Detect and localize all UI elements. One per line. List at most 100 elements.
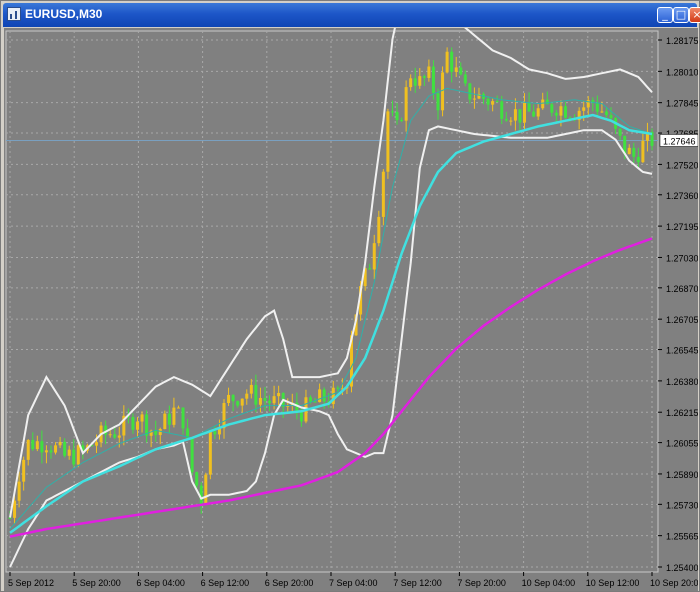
bear-candle (113, 434, 117, 438)
chart-window: EURUSD,M30 _ □ × 1.28175 1.28010 1.27845 1.… (0, 0, 700, 592)
bear-candle (618, 128, 622, 136)
x-tick-label: 6 Sep 12:00 (201, 578, 250, 588)
bear-candle (463, 74, 467, 84)
bull-candle (277, 392, 281, 397)
bull-candle (58, 441, 62, 446)
bull-candle (418, 76, 422, 86)
bull-candle (541, 99, 545, 109)
y-tick-label: 1.27030 (666, 253, 698, 263)
bull-candle (240, 398, 244, 406)
bull-candle (441, 72, 445, 111)
bear-candle (422, 76, 426, 78)
x-tick-label: 6 Sep 04:00 (136, 578, 185, 588)
bear-candle (213, 431, 217, 435)
current-price-label: 1.27646 (663, 136, 696, 146)
y-tick-label: 1.28010 (666, 67, 698, 77)
bear-candle (504, 118, 508, 121)
bull-candle (427, 66, 431, 78)
bull-candle (95, 442, 99, 446)
bear-candle (450, 51, 454, 72)
y-tick-label: 1.26870 (666, 284, 698, 294)
bear-candle (532, 111, 536, 117)
bear-candle (527, 102, 531, 112)
bear-candle (131, 417, 135, 430)
y-tick-label: 1.25890 (666, 470, 698, 480)
chart-window-icon[interactable] (7, 7, 21, 21)
bear-candle (636, 156, 640, 163)
bull-candle (163, 413, 167, 430)
bear-candle (563, 106, 567, 118)
bear-candle (49, 450, 53, 453)
y-tick-label: 1.27520 (666, 160, 698, 170)
bull-candle (140, 414, 144, 422)
bear-candle (263, 398, 267, 401)
maximize-button[interactable]: □ (673, 7, 689, 23)
y-tick-label: 1.26705 (666, 315, 698, 325)
bear-candle (518, 109, 522, 123)
minimize-button[interactable]: _ (657, 7, 673, 23)
bear-candle (40, 441, 44, 453)
bull-candle (22, 459, 26, 482)
bear-candle (468, 83, 472, 100)
bull-candle (272, 396, 276, 404)
y-tick-label: 1.25730 (666, 500, 698, 510)
bear-candle (595, 102, 599, 112)
y-tick-label: 1.26545 (666, 346, 698, 356)
bull-candle (135, 421, 139, 430)
x-tick-label: 10 Sep 20:00 (650, 578, 698, 588)
bull-candle (249, 384, 253, 394)
bull-candle (491, 101, 495, 105)
bear-candle (604, 111, 608, 116)
bull-candle (44, 450, 48, 453)
x-tick-label: 10 Sep 12:00 (586, 578, 640, 588)
y-tick-label: 1.25400 (666, 563, 698, 573)
x-tick-label: 5 Sep 20:00 (72, 578, 121, 588)
bear-candle (395, 111, 399, 121)
title-bar[interactable]: EURUSD,M30 _ □ × (3, 3, 700, 27)
bull-candle (454, 67, 458, 72)
bear-candle (554, 112, 558, 116)
y-tick-label: 1.27845 (666, 99, 698, 109)
y-tick-label: 1.26380 (666, 377, 698, 387)
bear-candle (154, 430, 158, 436)
bear-candle (545, 99, 549, 105)
bull-candle (409, 78, 413, 88)
bull-candle (26, 439, 30, 460)
bear-candle (322, 389, 326, 402)
chart-area[interactable]: 1.28175 1.28010 1.27845 1.27685 1.27520 1.273… (4, 28, 698, 591)
x-tick-label: 7 Sep 04:00 (329, 578, 378, 588)
bull-candle (641, 140, 645, 163)
bull-candle (108, 434, 112, 436)
bull-candle (559, 106, 563, 116)
bear-candle (336, 387, 340, 389)
bull-candle (227, 394, 231, 403)
y-tick-label: 1.27360 (666, 191, 698, 201)
bear-candle (400, 120, 404, 122)
x-tick-label: 7 Sep 20:00 (457, 578, 506, 588)
close-button[interactable]: × (689, 7, 700, 23)
bear-candle (390, 111, 394, 113)
bull-candle (318, 389, 322, 403)
bull-candle (472, 98, 476, 100)
bull-candle (208, 431, 212, 475)
bull-candle (176, 407, 180, 409)
bull-candle (117, 435, 121, 438)
bear-candle (550, 104, 554, 113)
bull-candle (404, 87, 408, 121)
y-tick-label: 1.26215 (666, 408, 698, 418)
bear-candle (190, 437, 194, 473)
price-chart[interactable]: 1.281751.280101.278451.276851.275201.273… (4, 28, 698, 591)
bull-candle (76, 445, 80, 465)
y-tick-label: 1.25565 (666, 532, 698, 542)
bull-candle (204, 474, 208, 505)
bull-candle (627, 147, 631, 155)
bear-candle (436, 93, 440, 111)
bull-candle (582, 107, 586, 111)
bear-candle (195, 472, 199, 486)
y-tick-label: 1.26055 (666, 439, 698, 449)
bear-candle (268, 400, 272, 404)
bear-candle (254, 384, 258, 405)
x-tick-label: 5 Sep 2012 (8, 578, 54, 588)
bear-candle (236, 401, 240, 406)
bear-candle (231, 394, 235, 402)
